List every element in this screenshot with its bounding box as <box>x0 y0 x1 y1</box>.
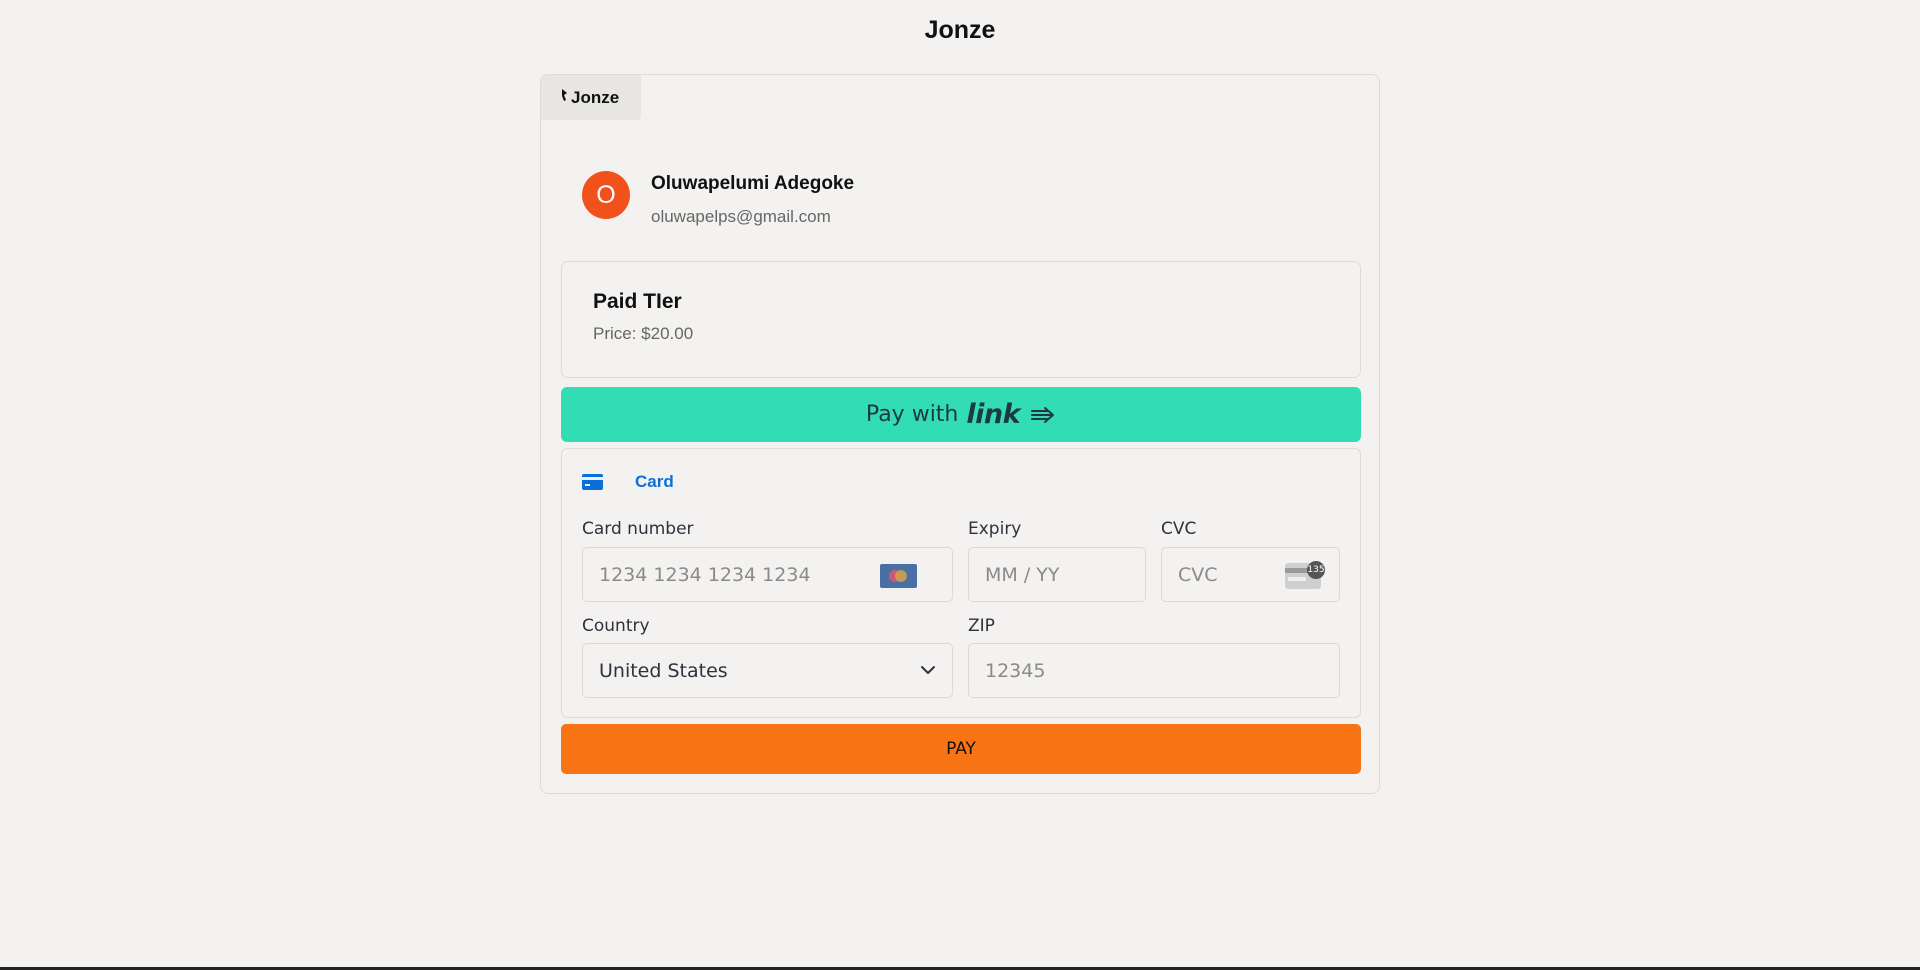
arrow-right-icon <box>1031 406 1055 423</box>
brand-tab: Jonze <box>541 75 641 120</box>
brand-name: Jonze <box>571 87 620 107</box>
plan-price: Price: $20.00 <box>593 324 694 343</box>
pay-with-label: Pay with <box>865 402 959 427</box>
user-info: Oluwapelumi Adegoke oluwapelps@gmail.com <box>651 173 854 227</box>
pay-button[interactable]: PAY <box>561 724 1361 774</box>
jonze-logo-icon <box>562 88 567 101</box>
cvc-label: CVC <box>1161 519 1197 539</box>
cvc-card-icon: 135 <box>1285 561 1325 589</box>
plan-summary: Paid TIer Price: $20.00 <box>561 261 1361 378</box>
credit-card-icon <box>582 474 603 490</box>
user-name: Oluwapelumi Adegoke <box>651 173 855 194</box>
country-select[interactable]: United States <box>582 643 953 698</box>
checkout-card: Jonze O Oluwapelumi Adegoke oluwapelps@g… <box>540 74 1380 794</box>
country-value: United States <box>599 659 728 682</box>
link-brand-label: link <box>966 399 1021 430</box>
chevron-down-icon <box>921 666 935 674</box>
page-title: Jonze <box>924 16 996 44</box>
user-row: O Oluwapelumi Adegoke oluwapelps@gmail.c… <box>582 171 854 227</box>
payment-form: Card Card number Expiry CVC 135 Country … <box>561 448 1361 718</box>
zip-label: ZIP <box>968 616 995 636</box>
card-brand-icon <box>880 564 917 588</box>
expiry-input[interactable] <box>968 547 1146 602</box>
user-email: oluwapelps@gmail.com <box>651 207 831 226</box>
tab-card[interactable]: Card <box>582 472 674 492</box>
card-number-label: Card number <box>582 519 694 539</box>
cvc-badge: 135 <box>1307 561 1325 579</box>
zip-input[interactable] <box>968 643 1340 698</box>
country-label: Country <box>582 616 650 636</box>
tab-card-label: Card <box>635 472 674 491</box>
avatar: O <box>582 171 630 219</box>
expiry-label: Expiry <box>968 519 1022 539</box>
pay-with-link-button[interactable]: Pay with link <box>561 387 1361 442</box>
plan-name: Paid TIer <box>593 290 682 313</box>
